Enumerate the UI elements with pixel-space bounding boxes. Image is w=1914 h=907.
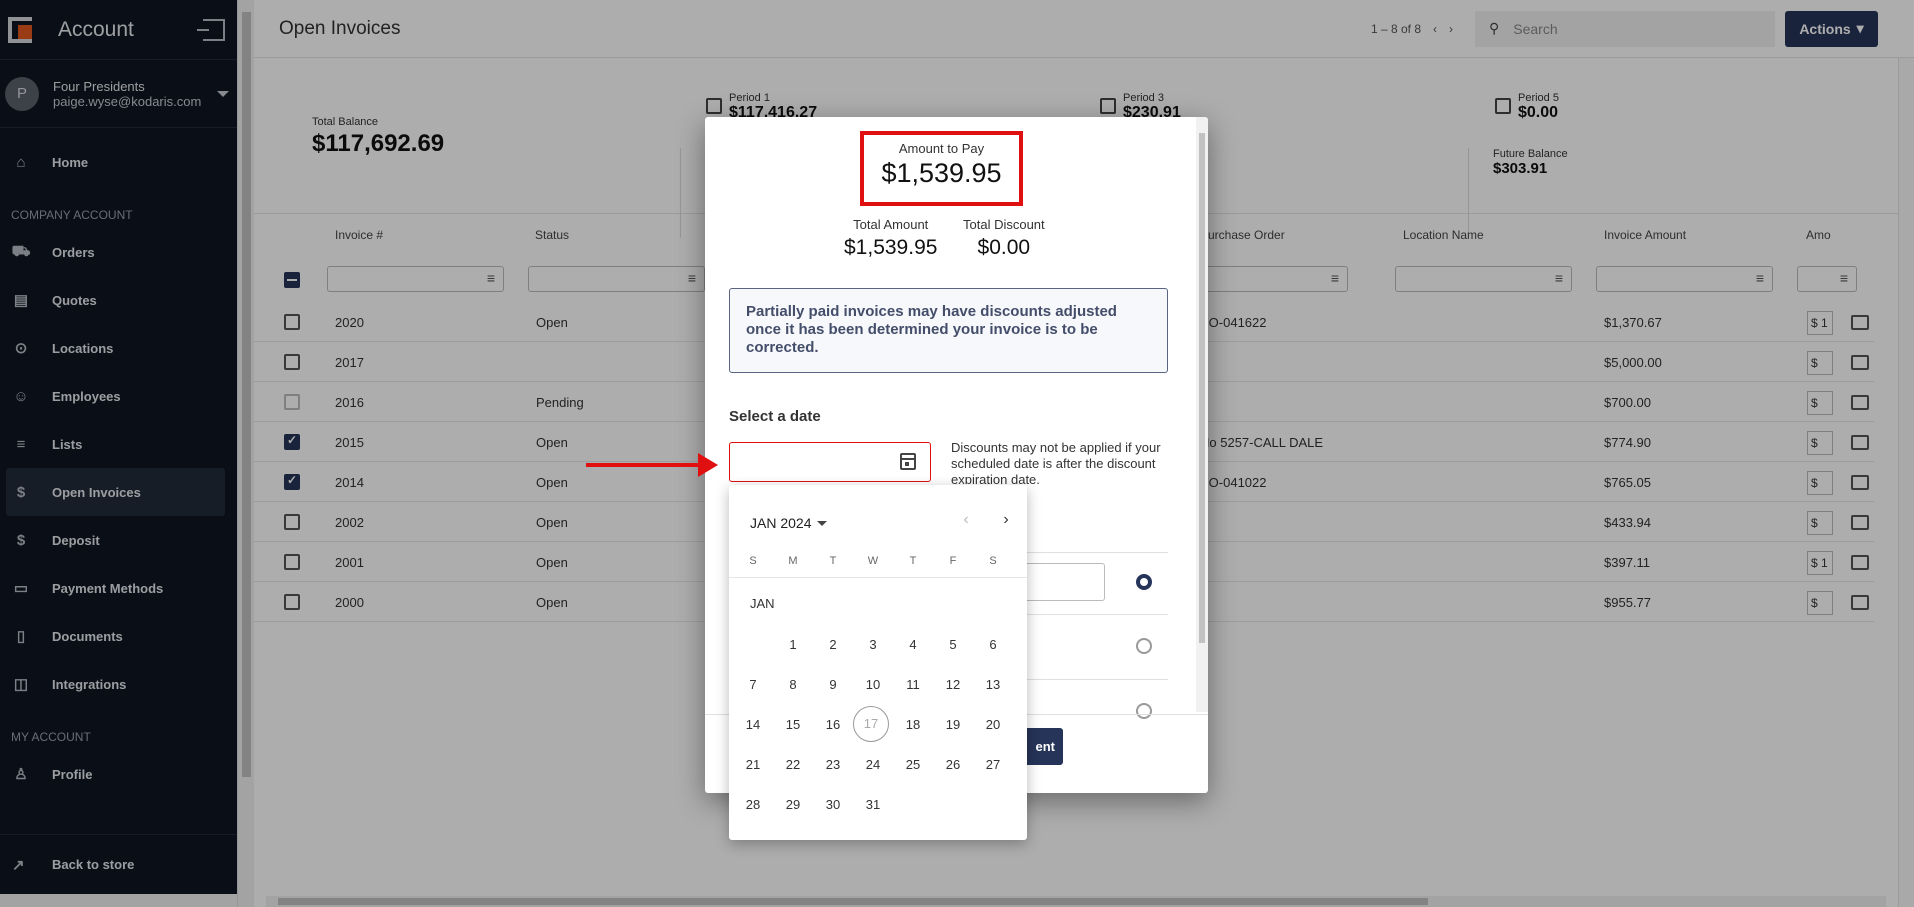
calendar-day[interactable]: 30 (813, 797, 853, 812)
weekday-label: F (949, 555, 957, 567)
total-discount-label: Total Discount (963, 217, 1045, 232)
amount-to-pay-label: Amount to Pay (898, 141, 985, 156)
date-picker: JAN 2024 ‹ › S M T W T F S JAN 1 2 3 4 5… (729, 485, 1027, 840)
calendar-icon[interactable] (900, 453, 916, 470)
chevron-down-icon (817, 520, 828, 526)
weekday-label: T (829, 555, 837, 567)
next-month-icon[interactable]: › (996, 511, 1016, 529)
payment-method-radio[interactable] (1136, 638, 1152, 654)
calendar-day[interactable]: 27 (973, 757, 1013, 772)
weekday-header: S M T W T F S (729, 555, 1027, 575)
total-amount-value: $1,539.95 (844, 236, 938, 259)
calendar-day[interactable]: 15 (773, 717, 813, 732)
calendar-week: 7 8 9 10 11 12 13 (729, 665, 1027, 705)
weekday-label: M (788, 555, 798, 567)
calendar-day[interactable]: 22 (773, 757, 813, 772)
calendar-day[interactable]: 11 (893, 677, 933, 692)
calendar-day[interactable]: 26 (933, 757, 973, 772)
total-amount-label: Total Amount (853, 217, 929, 232)
submit-payment-label: ent (1035, 739, 1056, 754)
calendar-day[interactable]: 21 (733, 757, 773, 772)
date-input[interactable] (729, 442, 931, 482)
calendar-week: 28 29 30 31 (729, 785, 1027, 825)
calendar-day[interactable]: 19 (933, 717, 973, 732)
annotation-arrow-icon (586, 451, 720, 479)
prev-month-icon[interactable]: ‹ (956, 511, 976, 529)
calendar-day[interactable]: 5 (933, 637, 973, 652)
month-year-label: JAN 2024 (750, 515, 812, 531)
calendar-day[interactable]: 7 (733, 677, 773, 692)
calendar-week: 21 22 23 24 25 26 27 (729, 745, 1027, 785)
calendar-day[interactable]: 1 (773, 637, 813, 652)
dialog-scrollbar[interactable] (1196, 117, 1208, 712)
weekday-label: W (867, 555, 879, 567)
calendar-day[interactable]: 8 (773, 677, 813, 692)
amount-to-pay-value: $1,539.95 (881, 158, 1002, 188)
calendar-day[interactable]: 23 (813, 757, 853, 772)
calendar-day[interactable]: 20 (973, 717, 1013, 732)
discount-alert: Partially paid invoices may have discoun… (729, 288, 1168, 373)
calendar-day[interactable]: 4 (893, 637, 933, 652)
calendar-day[interactable]: 29 (773, 797, 813, 812)
month-label: JAN (750, 596, 775, 611)
total-discount: Total Discount $0.00 (963, 217, 1045, 260)
calendar-day[interactable]: 16 (813, 717, 853, 732)
weekday-label: T (909, 555, 917, 567)
total-amount: Total Amount $1,539.95 (844, 217, 937, 260)
calendar-day[interactable]: 6 (973, 637, 1013, 652)
calendar-day-today[interactable]: 17 (853, 706, 889, 742)
calendar-day[interactable]: 9 (813, 677, 853, 692)
divider (729, 577, 1027, 578)
select-date-label: Select a date (729, 408, 821, 425)
weekday-label: S (989, 555, 997, 567)
calendar-day[interactable]: 28 (733, 797, 773, 812)
calendar-day[interactable]: 18 (893, 717, 933, 732)
month-year-selector[interactable]: JAN 2024 (750, 515, 828, 531)
calendar-week: 14 15 16 17 18 19 20 (729, 705, 1027, 745)
calendar-day[interactable]: 2 (813, 637, 853, 652)
discount-note: Discounts may not be applied if your sch… (951, 440, 1161, 484)
calendar-day[interactable]: 25 (893, 757, 933, 772)
calendar-day[interactable]: 13 (973, 677, 1013, 692)
calendar-day[interactable]: 3 (853, 637, 893, 652)
calendar-day[interactable]: 10 (853, 677, 893, 692)
calendar-day[interactable]: 24 (853, 757, 893, 772)
amount-to-pay-highlight: Amount to Pay $1,539.95 (860, 131, 1023, 206)
weekday-label: S (749, 555, 757, 567)
calendar-day[interactable]: 12 (933, 677, 973, 692)
calendar-day[interactable]: 31 (853, 797, 893, 812)
calendar-day[interactable]: 14 (733, 717, 773, 732)
payment-method-radio[interactable] (1136, 574, 1152, 590)
total-discount-value: $0.00 (977, 236, 1031, 259)
calendar-week: 1 2 3 4 5 6 (729, 625, 1027, 665)
